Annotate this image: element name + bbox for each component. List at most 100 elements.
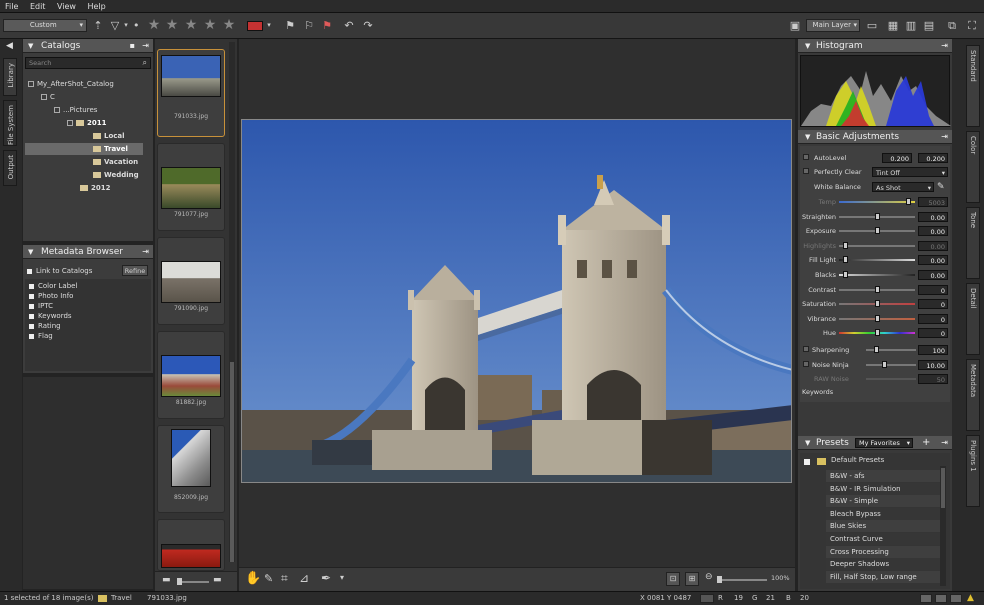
rating-clear-icon[interactable]: • xyxy=(133,17,140,34)
slider-knob[interactable] xyxy=(842,271,848,278)
presets-filter-select[interactable]: My Favorites ▾ xyxy=(855,438,913,448)
scrollbar-thumb[interactable] xyxy=(941,468,945,508)
tree-item-local[interactable]: Local xyxy=(93,131,125,142)
preset-item[interactable]: B&W - Simple xyxy=(826,495,944,508)
metadata-item[interactable]: Flag xyxy=(29,331,53,341)
tab-plugins[interactable]: Plugins 1 xyxy=(966,435,980,507)
preset-item[interactable]: B&W - IR Simulation xyxy=(826,482,944,495)
preset-group-label[interactable]: Default Presets xyxy=(831,456,884,464)
adjustment-slider[interactable] xyxy=(839,300,915,308)
adjustment-value[interactable]: 0.00 xyxy=(918,211,948,222)
tab-standard[interactable]: Standard xyxy=(966,45,980,127)
preset-item[interactable]: Cross Processing xyxy=(826,545,944,558)
catalogs-header[interactable]: ▼ Catalogs ▪ ⇥ xyxy=(23,39,153,53)
adjustment-slider[interactable] xyxy=(839,271,915,278)
adjustment-slider[interactable] xyxy=(839,256,915,264)
tree-item-pictures[interactable]: ...Pictures xyxy=(54,105,97,116)
brush-icon[interactable]: ✎ xyxy=(264,572,273,585)
fit-icon[interactable]: ⊡ xyxy=(666,572,680,586)
adjustment-value[interactable]: 0.00 xyxy=(918,270,948,280)
adjustment-slider[interactable] xyxy=(839,241,915,249)
view-mode-3-icon[interactable] xyxy=(950,594,962,603)
raw-noise-value[interactable]: 50 xyxy=(918,374,948,384)
tab-library[interactable]: Library xyxy=(3,58,17,96)
collapse-left-icon[interactable]: ◀ xyxy=(6,41,13,51)
slider-knob[interactable] xyxy=(874,346,879,353)
noise-ninja-value[interactable]: 10.00 xyxy=(918,360,948,370)
tab-file-system[interactable]: File System xyxy=(3,100,17,146)
autolevel-low-value[interactable]: 0.200 xyxy=(882,153,912,163)
tree-item-c[interactable]: C xyxy=(41,92,55,103)
add-preset-icon[interactable]: + xyxy=(922,436,930,450)
adjustment-value[interactable]: 0.00 xyxy=(918,255,948,266)
preset-item[interactable]: Blue Skies xyxy=(826,520,944,533)
thumbnail[interactable]: 791090.jpg xyxy=(157,237,225,325)
rotate-right-icon[interactable]: ↷ xyxy=(361,17,375,34)
slider-knob[interactable] xyxy=(842,241,848,249)
loupe-icon[interactable] xyxy=(700,594,714,603)
tab-tone[interactable]: Tone xyxy=(966,207,980,279)
preset-select[interactable]: Custom ▾ xyxy=(3,19,87,32)
adjustment-value[interactable]: 0 xyxy=(918,328,948,339)
tab-output[interactable]: Output xyxy=(3,150,17,186)
adjustment-slider[interactable] xyxy=(839,198,915,205)
star-4-icon[interactable]: ★ xyxy=(203,17,217,34)
single-view-icon[interactable]: ▤ xyxy=(922,17,936,34)
presets-scrollbar[interactable] xyxy=(940,466,946,586)
menu-help[interactable]: Help xyxy=(83,0,110,11)
tool-dropdown-icon[interactable]: ▾ xyxy=(340,573,344,582)
adjustment-slider[interactable] xyxy=(839,329,915,337)
slider-knob[interactable] xyxy=(874,314,880,322)
pin-icon[interactable]: ⇥ xyxy=(142,245,149,259)
flag-clear-icon[interactable]: ⚐ xyxy=(302,17,316,34)
color-label-icon[interactable] xyxy=(247,21,263,31)
adjustment-value[interactable]: 5003 xyxy=(918,197,948,207)
slider-knob[interactable] xyxy=(874,212,880,220)
perfectly-clear-select[interactable]: Tint Off ▾ xyxy=(872,167,948,177)
metadata-item[interactable]: Keywords xyxy=(29,311,72,321)
warning-icon[interactable]: ▲ xyxy=(967,592,974,605)
tree-item-2011[interactable]: 2011 xyxy=(67,118,106,129)
thumbnail[interactable]: 852009.jpg xyxy=(157,425,225,513)
sharpening-slider[interactable] xyxy=(866,346,916,353)
perfectly-clear-checkbox[interactable] xyxy=(803,168,809,174)
link-to-catalogs-checkbox[interactable]: Link to Catalogs xyxy=(27,266,92,276)
tree-item-2012[interactable]: 2012 xyxy=(80,183,110,194)
filter-dropdown-icon[interactable]: ▾ xyxy=(122,17,130,34)
adjustment-slider[interactable] xyxy=(839,285,915,293)
tab-metadata[interactable]: Metadata xyxy=(966,359,980,431)
zoom-slider-knob[interactable] xyxy=(717,576,722,583)
thumbnail[interactable]: 81882.jpg xyxy=(157,331,225,419)
thumb-size-slider[interactable] xyxy=(177,578,209,585)
compare-icon[interactable]: ⧉ xyxy=(945,17,959,34)
noise-ninja-checkbox[interactable] xyxy=(803,361,809,367)
star-1-icon[interactable]: ★ xyxy=(147,17,161,34)
sharpening-checkbox[interactable] xyxy=(803,346,809,352)
adjustment-value[interactable]: 0.00 xyxy=(918,226,948,237)
view-mode-1-icon[interactable] xyxy=(920,594,932,603)
adjustment-value[interactable]: 0 xyxy=(918,299,948,310)
tab-detail[interactable]: Detail xyxy=(966,283,980,355)
refine-button[interactable]: Refine xyxy=(122,265,148,276)
keywords-label[interactable]: Keywords xyxy=(802,385,833,399)
actual-size-icon[interactable]: ⊞ xyxy=(685,572,699,586)
pin-icon[interactable]: ⇥ xyxy=(941,130,948,144)
thumbnail-scrollbar[interactable] xyxy=(229,42,235,562)
layers-icon[interactable]: ▣ xyxy=(788,17,802,34)
preset-item[interactable]: Bleach Bypass xyxy=(826,507,944,520)
adjustment-value[interactable]: 0 xyxy=(918,313,948,324)
preset-item[interactable]: B&W - afs xyxy=(826,470,944,482)
thumbnail[interactable]: 791077.jpg xyxy=(157,143,225,231)
histogram-header[interactable]: ▼ Histogram ⇥ xyxy=(798,39,952,53)
eyedropper-icon[interactable]: ✎ xyxy=(937,180,945,194)
preset-group-checkbox[interactable] xyxy=(804,459,810,465)
crop-icon[interactable]: ⌗ xyxy=(281,571,288,586)
sharpening-value[interactable]: 100 xyxy=(918,345,948,355)
flag-reject-icon[interactable]: ⚑ xyxy=(320,17,334,34)
slider-knob[interactable] xyxy=(874,300,880,308)
tree-item-catalog[interactable]: My_AfterShot_Catalog xyxy=(28,79,114,90)
star-5-icon[interactable]: ★ xyxy=(222,17,236,34)
tree-item-vacation[interactable]: Vacation xyxy=(93,157,138,168)
autolevel-checkbox[interactable] xyxy=(803,154,809,160)
preset-item[interactable]: Fill, Half Stop, Low range xyxy=(826,570,944,583)
